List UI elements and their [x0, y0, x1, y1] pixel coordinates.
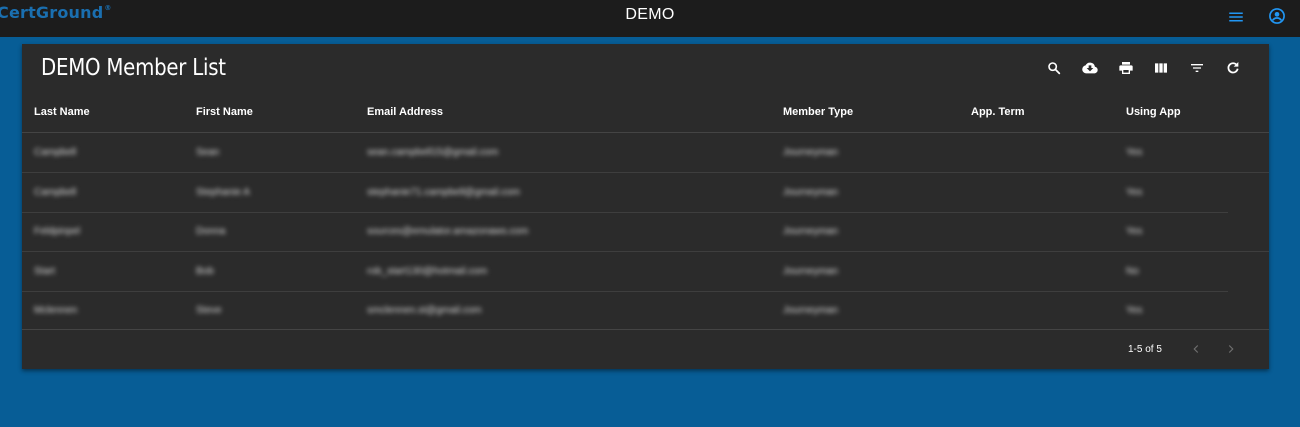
cell-last-name: Start: [34, 266, 56, 277]
column-header-email-address[interactable]: Email Address: [367, 106, 443, 118]
cell-member-type: Journeyman: [783, 266, 839, 277]
table-row[interactable]: Campbell Sean sean.campbell15@gmail.com …: [22, 133, 1269, 173]
column-header-last-name[interactable]: Last Name: [34, 106, 90, 118]
table-row[interactable]: Feldpinpel Donna sources@emulator.amazon…: [22, 212, 1269, 252]
pagination-range: 1-5 of 5: [1128, 344, 1162, 355]
cell-first-name: Stephanie A: [196, 187, 250, 198]
cell-first-name: Donna: [196, 226, 226, 237]
footer-divider: [22, 329, 1269, 330]
download-icon[interactable]: [1082, 60, 1098, 76]
table-toolbar: [22, 60, 1269, 78]
column-header-first-name[interactable]: First Name: [196, 106, 253, 118]
cell-last-name: Mclennen: [34, 305, 78, 316]
table-row[interactable]: Start Bob rob_start130@hotmail.com Journ…: [22, 252, 1228, 292]
table-row[interactable]: Mclennen Steve smclennen.st@gmail.com Jo…: [22, 291, 1269, 330]
app-bar: CertGround® DEMO: [0, 0, 1300, 37]
account-circle-icon[interactable]: [1267, 6, 1287, 26]
cell-last-name: Campbell: [34, 147, 77, 158]
member-list-card: DEMO Member List Last Name First Name Em…: [22, 44, 1269, 369]
view-columns-icon[interactable]: [1153, 60, 1169, 76]
cell-member-type: Journeyman: [783, 226, 839, 237]
cell-member-type: Journeyman: [783, 147, 839, 158]
cell-first-name: Bob: [196, 266, 214, 277]
app-title: DEMO: [625, 6, 675, 23]
cell-using-app: Yes: [1126, 226, 1143, 237]
refresh-icon[interactable]: [1225, 60, 1241, 76]
cell-using-app: Yes: [1126, 305, 1143, 316]
cell-last-name: Campbell: [34, 187, 77, 198]
cell-last-name: Feldpinpel: [34, 226, 81, 237]
cell-using-app: No: [1126, 266, 1139, 277]
search-icon[interactable]: [1046, 60, 1062, 76]
chevron-right-icon[interactable]: [1224, 342, 1238, 356]
column-header-using-app[interactable]: Using App: [1126, 106, 1181, 118]
cell-using-app: Yes: [1126, 147, 1143, 158]
cell-email: stephanie71.campbell@gmail.com: [367, 187, 521, 198]
cell-member-type: Journeyman: [783, 305, 839, 316]
print-icon[interactable]: [1118, 60, 1134, 76]
cell-member-type: Journeyman: [783, 187, 839, 198]
filter-icon[interactable]: [1189, 60, 1205, 76]
cell-first-name: Steve: [196, 305, 222, 316]
cell-email: sources@emulator.amazonaws.com: [367, 226, 529, 237]
cell-email: sean.campbell15@gmail.com: [367, 147, 499, 158]
chevron-left-icon[interactable]: [1189, 342, 1203, 356]
table-row[interactable]: Campbell Stephanie A stephanie71.campbel…: [22, 173, 1228, 213]
menu-icon[interactable]: [1227, 8, 1245, 26]
column-header-member-type[interactable]: Member Type: [783, 106, 853, 118]
cell-email: smclennen.st@gmail.com: [367, 305, 482, 316]
column-header-app-term[interactable]: App. Term: [971, 106, 1025, 118]
cell-email: rob_start130@hotmail.com: [367, 266, 488, 277]
cell-first-name: Sean: [196, 147, 220, 158]
cell-using-app: Yes: [1126, 187, 1143, 198]
